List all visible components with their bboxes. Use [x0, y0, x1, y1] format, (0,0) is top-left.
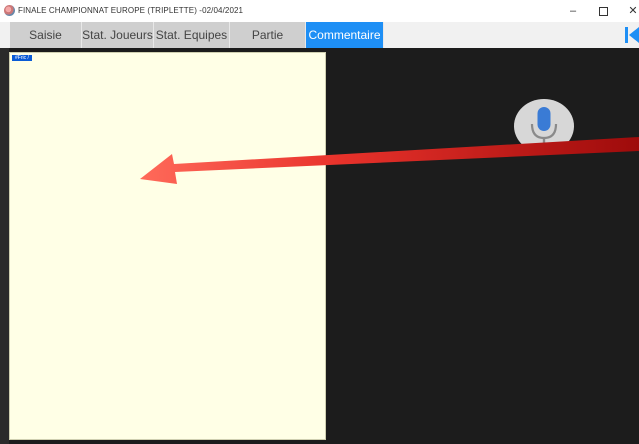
maximize-button[interactable] [592, 2, 614, 20]
tab-stat-joueurs[interactable]: Stat. Joueurs [82, 22, 154, 48]
left-strip [0, 48, 9, 444]
window-title: FINALE CHAMPIONNAT EUROPE (TRIPLETTE) -0… [18, 6, 244, 15]
title-bar: FINALE CHAMPIONNAT EUROPE (TRIPLETTE) -0… [0, 0, 639, 22]
close-button[interactable]: ✕ [622, 2, 639, 20]
comment-tag: #Fric / [12, 55, 32, 61]
maximize-icon [598, 6, 608, 16]
microphone-icon[interactable] [513, 98, 575, 154]
skip-back-icon[interactable] [624, 26, 639, 44]
comment-textarea[interactable]: #Fric / [9, 52, 326, 440]
minimize-button[interactable]: – [562, 2, 584, 20]
tab-commentaire[interactable]: Commentaire [306, 22, 384, 48]
tab-saisie[interactable]: Saisie [10, 22, 82, 48]
app-icon [4, 5, 15, 16]
tab-stat-equipes[interactable]: Stat. Equipes [154, 22, 230, 48]
tab-partie[interactable]: Partie [230, 22, 306, 48]
